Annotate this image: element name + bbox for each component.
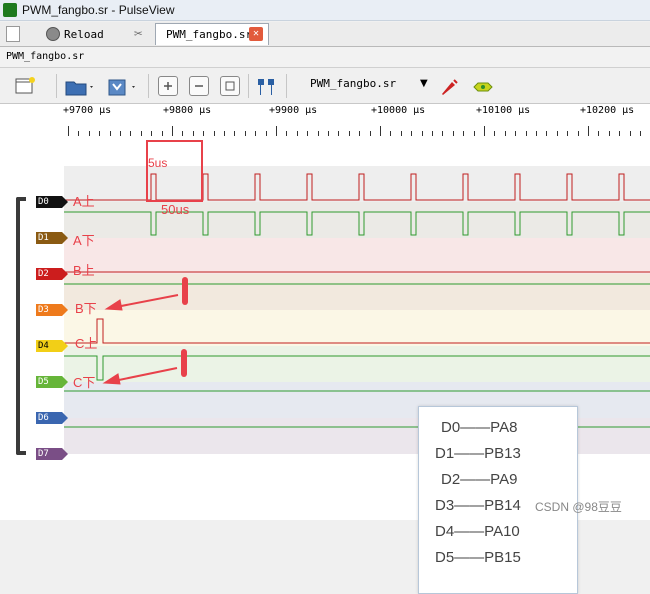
- trace-view[interactable]: +9700 μs +9800 μs +9900 μs +10000 μs +10…: [0, 104, 650, 594]
- reload-button[interactable]: Reload: [46, 25, 104, 43]
- reload-icon: [46, 27, 60, 41]
- legend-row: D3——PB14: [435, 497, 521, 514]
- legend-row: D4——PA10: [435, 523, 520, 540]
- tab-bar: Reload ✂ PWM_fangbo.sr ✕: [0, 22, 650, 47]
- device-selector[interactable]: PWM_fangbo.sr: [310, 77, 396, 90]
- save-button[interactable]: [106, 76, 135, 96]
- zoom-in-button[interactable]: [158, 76, 178, 96]
- new-file-icon: [15, 77, 35, 94]
- save-icon: [108, 79, 135, 96]
- zoom-out-button[interactable]: [189, 76, 209, 96]
- main-toolbar: PWM_fangbo.sr ▼: [0, 68, 650, 104]
- zoom-fit-button[interactable]: [220, 76, 240, 96]
- probe-icon: [442, 79, 458, 95]
- open-button[interactable]: [64, 76, 93, 96]
- window-title: PWM_fangbo.sr - PulseView: [22, 3, 175, 17]
- document-icon: [6, 26, 20, 42]
- c-arrowhead-icon: [102, 373, 121, 385]
- folder-icon: [65, 81, 93, 96]
- legend-row: D1——PB13: [435, 445, 521, 462]
- watermark: CSDN @98豆豆: [535, 500, 622, 514]
- zoom-out-icon: [195, 85, 203, 87]
- tab-pwm-fangbo[interactable]: PWM_fangbo.sr ✕: [155, 23, 269, 45]
- decoder-icon: [473, 82, 493, 92]
- legend-row: D0——PA8: [441, 419, 518, 436]
- new-view-button[interactable]: [14, 76, 35, 96]
- legend-row: D2——PA9: [441, 471, 518, 488]
- c-arrow-line: [113, 367, 178, 382]
- close-tab-icon[interactable]: ✕: [249, 27, 263, 41]
- title-bar: PWM_fangbo.sr - PulseView: [0, 0, 650, 21]
- document-label: PWM_fangbo.sr: [6, 51, 85, 62]
- wrench-icon: ✂: [134, 26, 143, 42]
- settings-button[interactable]: ✂: [134, 25, 142, 43]
- b-arrow-line: [115, 294, 179, 308]
- new-session-button[interactable]: [6, 25, 20, 43]
- toolbar-separator: [148, 74, 149, 98]
- document-label-bar: PWM_fangbo.sr: [0, 47, 650, 68]
- decoder-button[interactable]: [472, 76, 493, 96]
- legend-row: D5——PB15: [435, 549, 521, 566]
- device-dropdown-icon[interactable]: ▼: [420, 78, 428, 89]
- toolbar-separator: [286, 74, 287, 98]
- toolbar-separator: [56, 74, 57, 98]
- cursor-icon: [258, 79, 274, 95]
- zoom-fit-icon: [225, 81, 235, 91]
- pulseview-app-icon: [3, 3, 17, 17]
- toolbar-separator: [248, 74, 249, 98]
- zoom-in-icon: [164, 82, 172, 90]
- b-arrowhead-icon: [104, 299, 123, 311]
- probe-config-button[interactable]: [438, 76, 458, 96]
- tab-label: PWM_fangbo.sr: [166, 28, 253, 41]
- cursor-button[interactable]: [255, 76, 275, 96]
- reload-label: Reload: [64, 27, 104, 41]
